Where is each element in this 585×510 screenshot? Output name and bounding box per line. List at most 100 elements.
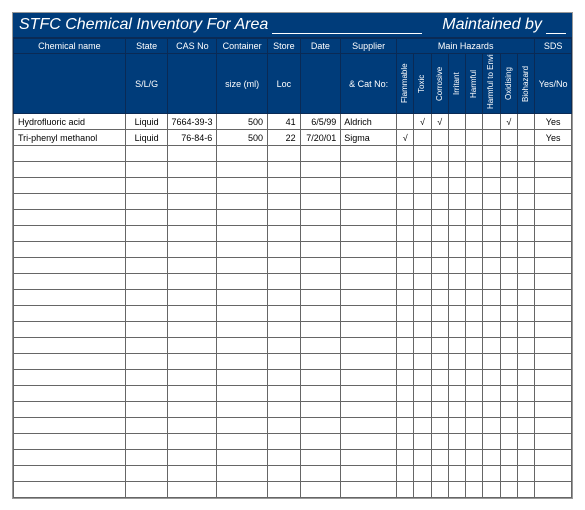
cell-hazard: [483, 482, 500, 498]
title-area-blank: [272, 16, 422, 34]
cell-hazard: [466, 466, 483, 482]
cell-hazard: [448, 162, 465, 178]
cell-hazard: [448, 338, 465, 354]
title-bar: STFC Chemical Inventory For Area Maintai…: [13, 13, 572, 38]
cell-hazard: [431, 338, 448, 354]
cell-hazard: [414, 418, 431, 434]
cell-date: 7/20/01: [300, 130, 341, 146]
cell-hazard: [448, 178, 465, 194]
cell-date: [300, 162, 341, 178]
cell-container: [217, 466, 268, 482]
cell-name: [14, 418, 126, 434]
cell-container: [217, 274, 268, 290]
cell-hazard: [431, 322, 448, 338]
cell-cas: [168, 434, 217, 450]
title-prefix: STFC Chemical Inventory For Area: [19, 16, 268, 34]
cell-sds: [535, 274, 572, 290]
cell-hazard: [397, 274, 414, 290]
cell-container: [217, 450, 268, 466]
hdr-hazards: Main Hazards: [397, 39, 535, 54]
cell-store: [268, 482, 301, 498]
cell-store: [268, 162, 301, 178]
cell-hazard: [517, 386, 534, 402]
cell-supplier: [341, 482, 397, 498]
cell-hazard: [466, 306, 483, 322]
cell-date: [300, 146, 341, 162]
cell-hazard: [414, 210, 431, 226]
cell-hazard: [466, 274, 483, 290]
cell-hazard: [500, 130, 517, 146]
cell-supplier: [341, 402, 397, 418]
cell-sds: [535, 210, 572, 226]
sub-cas: [168, 54, 217, 114]
cell-cas: 7664-39-3: [168, 114, 217, 130]
cell-supplier: [341, 370, 397, 386]
cell-state: Liquid: [125, 130, 168, 146]
cell-name: [14, 274, 126, 290]
cell-name: [14, 194, 126, 210]
cell-supplier: [341, 178, 397, 194]
cell-hazard: [397, 354, 414, 370]
cell-name: [14, 482, 126, 498]
cell-container: [217, 210, 268, 226]
cell-hazard: [517, 402, 534, 418]
cell-hazard: [517, 306, 534, 322]
cell-cas: [168, 178, 217, 194]
cell-container: [217, 434, 268, 450]
cell-hazard: [500, 226, 517, 242]
cell-hazard: [414, 226, 431, 242]
hz-6: Oxidising: [500, 54, 517, 114]
cell-hazard: [483, 370, 500, 386]
cell-hazard: [483, 162, 500, 178]
cell-supplier: [341, 226, 397, 242]
cell-hazard: [431, 274, 448, 290]
cell-hazard: [448, 114, 465, 130]
cell-name: [14, 306, 126, 322]
cell-state: [125, 162, 168, 178]
cell-name: [14, 178, 126, 194]
cell-hazard: [448, 242, 465, 258]
cell-supplier: [341, 194, 397, 210]
cell-hazard: [517, 354, 534, 370]
cell-store: [268, 402, 301, 418]
sub-store: Loc: [268, 54, 301, 114]
cell-hazard: [483, 434, 500, 450]
cell-date: [300, 434, 341, 450]
cell-hazard: [448, 354, 465, 370]
table-row: [14, 418, 572, 434]
table-row: [14, 178, 572, 194]
cell-date: [300, 450, 341, 466]
cell-cas: [168, 482, 217, 498]
cell-hazard: [414, 466, 431, 482]
cell-state: [125, 434, 168, 450]
header-row-2: S/L/G size (ml) Loc & Cat No: Flammable …: [14, 54, 572, 114]
cell-sds: [535, 450, 572, 466]
cell-cas: [168, 274, 217, 290]
sub-sds: Yes/No: [535, 54, 572, 114]
cell-supplier: [341, 354, 397, 370]
cell-container: [217, 402, 268, 418]
table-row: [14, 146, 572, 162]
cell-hazard: [500, 178, 517, 194]
cell-hazard: [517, 418, 534, 434]
cell-name: [14, 386, 126, 402]
table-row: [14, 322, 572, 338]
cell-sds: Yes: [535, 130, 572, 146]
cell-hazard: [414, 130, 431, 146]
cell-sds: [535, 146, 572, 162]
cell-date: [300, 210, 341, 226]
hz-4: Harmful: [466, 54, 483, 114]
cell-state: [125, 322, 168, 338]
cell-state: [125, 194, 168, 210]
cell-store: [268, 418, 301, 434]
hdr-cas: CAS No: [168, 39, 217, 54]
cell-date: 6/5/99: [300, 114, 341, 130]
cell-date: [300, 274, 341, 290]
cell-hazard: [448, 226, 465, 242]
cell-hazard: [500, 258, 517, 274]
cell-state: [125, 370, 168, 386]
cell-hazard: [397, 146, 414, 162]
cell-supplier: [341, 450, 397, 466]
sub-state: S/L/G: [125, 54, 168, 114]
cell-state: [125, 226, 168, 242]
